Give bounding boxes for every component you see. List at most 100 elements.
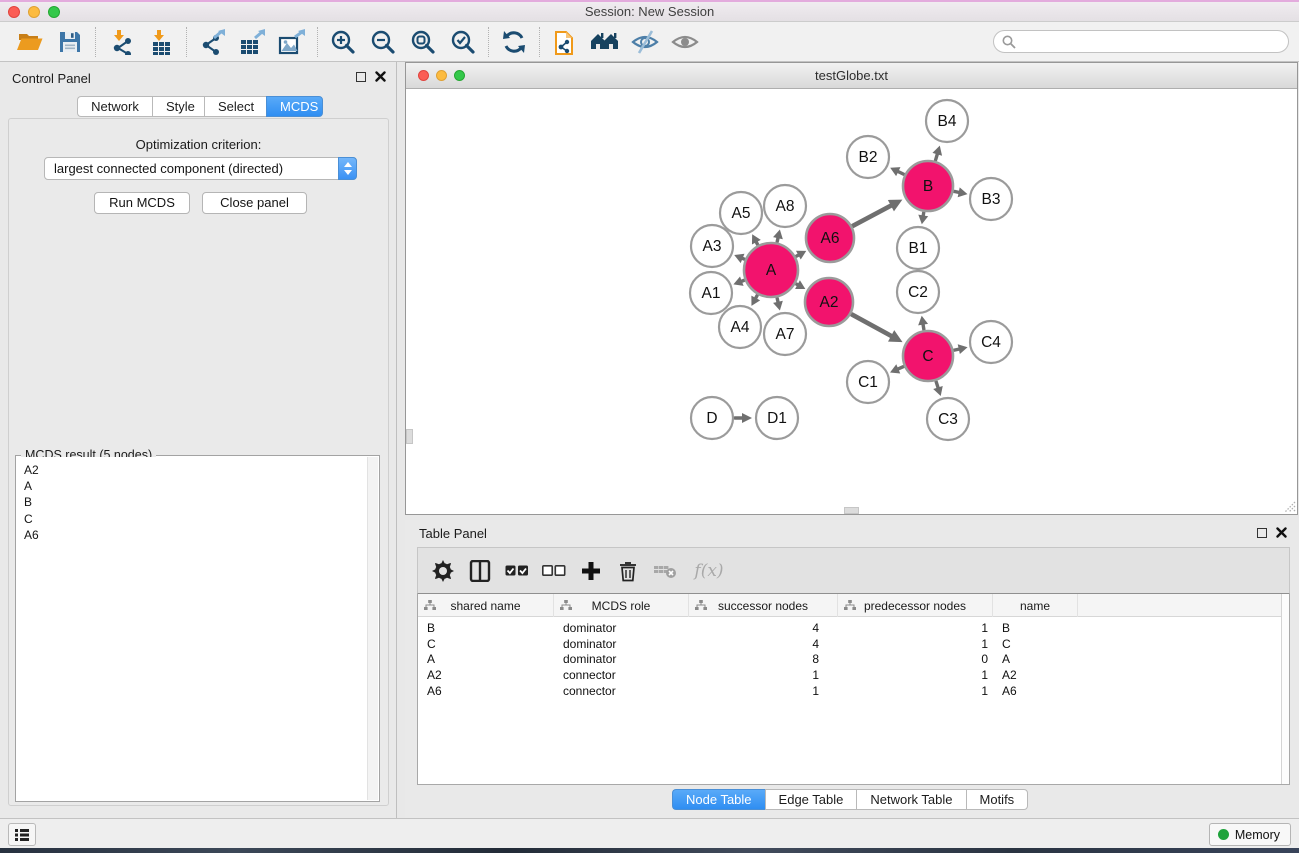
- close-panel-icon[interactable]: [1276, 527, 1287, 538]
- tab-network[interactable]: Network: [77, 96, 152, 117]
- close-panel-button[interactable]: Close panel: [202, 192, 307, 214]
- zoom-selected-button[interactable]: [443, 26, 483, 58]
- search-field[interactable]: [993, 30, 1289, 53]
- select-all-rows-button[interactable]: [502, 556, 532, 586]
- table-row[interactable]: Cdominator41C: [418, 636, 1289, 652]
- cell-predecessor-nodes[interactable]: 1: [838, 621, 993, 635]
- table-settings-button[interactable]: [428, 556, 458, 586]
- zoom-fit-button[interactable]: [403, 26, 443, 58]
- cell-MCDS-role[interactable]: dominator: [554, 621, 689, 635]
- search-input[interactable]: [1021, 33, 1288, 50]
- column-visibility-button[interactable]: [465, 556, 495, 586]
- import-network-button[interactable]: [101, 26, 141, 58]
- cell-name[interactable]: B: [993, 621, 1078, 635]
- delete-column-button[interactable]: [613, 556, 643, 586]
- column-header-name[interactable]: name: [993, 594, 1078, 617]
- cell-predecessor-nodes[interactable]: 1: [838, 637, 993, 651]
- cell-successor-nodes[interactable]: 1: [689, 668, 838, 682]
- cell-name[interactable]: A: [993, 652, 1078, 666]
- cell-shared-name[interactable]: A6: [418, 684, 554, 698]
- canvas-scroll-nub[interactable]: [844, 507, 859, 514]
- cell-MCDS-role[interactable]: connector: [554, 668, 689, 682]
- tab-edge-table[interactable]: Edge Table: [765, 789, 857, 810]
- tab-network-table[interactable]: Network Table: [856, 789, 965, 810]
- run-mcds-button[interactable]: Run MCDS: [94, 192, 190, 214]
- cell-successor-nodes[interactable]: 8: [689, 652, 838, 666]
- deselect-all-rows-button[interactable]: [539, 556, 569, 586]
- cell-successor-nodes[interactable]: 4: [689, 637, 838, 651]
- mcds-result-scrollbar[interactable]: [367, 457, 378, 800]
- cell-shared-name[interactable]: B: [418, 621, 554, 635]
- cell-predecessor-nodes[interactable]: 1: [838, 684, 993, 698]
- export-image-button[interactable]: [272, 26, 312, 58]
- export-network-button[interactable]: [192, 26, 232, 58]
- mcds-result-item[interactable]: A2: [24, 462, 378, 478]
- mcds-result-item[interactable]: A: [24, 478, 378, 494]
- table-row[interactable]: A2connector11A2: [418, 667, 1289, 683]
- mcds-result-item[interactable]: C: [24, 511, 378, 527]
- delete-table-button[interactable]: [650, 556, 680, 586]
- save-session-button[interactable]: [50, 26, 90, 58]
- cell-MCDS-role[interactable]: dominator: [554, 637, 689, 651]
- mcds-result-item[interactable]: B: [24, 494, 378, 510]
- zoom-in-button[interactable]: [323, 26, 363, 58]
- float-panel-icon[interactable]: [356, 72, 366, 82]
- close-network-button[interactable]: [418, 70, 429, 81]
- tab-node-table[interactable]: Node Table: [672, 789, 765, 810]
- zoom-network-button[interactable]: [454, 70, 465, 81]
- network-canvas[interactable]: B4B2BB3A8A5A6A3B1AC2A1A2A4A7C4CC1C3DD1: [406, 89, 1297, 514]
- table-row[interactable]: Adominator80A: [418, 652, 1289, 668]
- table-row[interactable]: Bdominator41B: [418, 620, 1289, 636]
- tab-select[interactable]: Select: [204, 96, 266, 117]
- tab-style[interactable]: Style: [152, 96, 204, 117]
- cell-predecessor-nodes[interactable]: 0: [838, 652, 993, 666]
- close-window-button[interactable]: [8, 6, 20, 18]
- close-panel-icon[interactable]: [375, 71, 386, 82]
- cell-name[interactable]: C: [993, 637, 1078, 651]
- table-row[interactable]: A6connector11A6: [418, 683, 1289, 699]
- export-table-button[interactable]: [232, 26, 272, 58]
- graph-edge-A6-B[interactable]: [853, 205, 893, 226]
- status-list-button[interactable]: [8, 823, 36, 846]
- cell-shared-name[interactable]: A: [418, 652, 554, 666]
- new-network-from-selection-button[interactable]: [545, 26, 585, 58]
- tab-motifs[interactable]: Motifs: [966, 789, 1029, 810]
- cell-name[interactable]: A6: [993, 684, 1078, 698]
- cell-shared-name[interactable]: C: [418, 637, 554, 651]
- canvas-scroll-nub[interactable]: [406, 429, 413, 444]
- table-scrollbar[interactable]: [1281, 594, 1289, 784]
- show-all-networks-button[interactable]: [585, 26, 625, 58]
- show-hidden-button[interactable]: [665, 26, 705, 58]
- tab-mcds[interactable]: MCDS: [266, 96, 323, 117]
- float-panel-icon[interactable]: [1257, 528, 1267, 538]
- column-header-shared-name[interactable]: shared name: [418, 594, 554, 617]
- open-session-button[interactable]: [10, 26, 50, 58]
- cell-MCDS-role[interactable]: dominator: [554, 652, 689, 666]
- column-header-MCDS-role[interactable]: MCDS role: [554, 594, 689, 617]
- hide-selected-button[interactable]: [625, 26, 665, 58]
- zoom-out-button[interactable]: [363, 26, 403, 58]
- apply-layout-button[interactable]: [494, 26, 534, 58]
- cell-name[interactable]: A2: [993, 668, 1078, 682]
- column-header-successor-nodes[interactable]: successor nodes: [689, 594, 838, 617]
- network-graph[interactable]: B4B2BB3A8A5A6A3B1AC2A1A2A4A7C4CC1C3DD1: [406, 89, 1297, 515]
- column-header-predecessor-nodes[interactable]: predecessor nodes: [838, 594, 993, 617]
- zoom-window-button[interactable]: [48, 6, 60, 18]
- minimize-window-button[interactable]: [28, 6, 40, 18]
- cell-successor-nodes[interactable]: 4: [689, 621, 838, 635]
- mcds-result-list[interactable]: A2ABCA6: [17, 457, 378, 800]
- mcds-result-item[interactable]: A6: [24, 527, 378, 543]
- optimization-criterion-select[interactable]: largest connected component (directed): [44, 157, 357, 180]
- minimize-network-button[interactable]: [436, 70, 447, 81]
- add-column-button[interactable]: [576, 556, 606, 586]
- network-window-titlebar[interactable]: testGlobe.txt: [406, 63, 1297, 89]
- cell-shared-name[interactable]: A2: [418, 668, 554, 682]
- cell-MCDS-role[interactable]: connector: [554, 684, 689, 698]
- import-table-button[interactable]: [141, 26, 181, 58]
- cell-successor-nodes[interactable]: 1: [689, 684, 838, 698]
- memory-button[interactable]: Memory: [1209, 823, 1291, 846]
- function-builder-button[interactable]: f(x): [687, 556, 731, 586]
- cell-predecessor-nodes[interactable]: 1: [838, 668, 993, 682]
- graph-edge-A2-C[interactable]: [852, 314, 893, 336]
- resize-grip-icon[interactable]: [1282, 499, 1296, 513]
